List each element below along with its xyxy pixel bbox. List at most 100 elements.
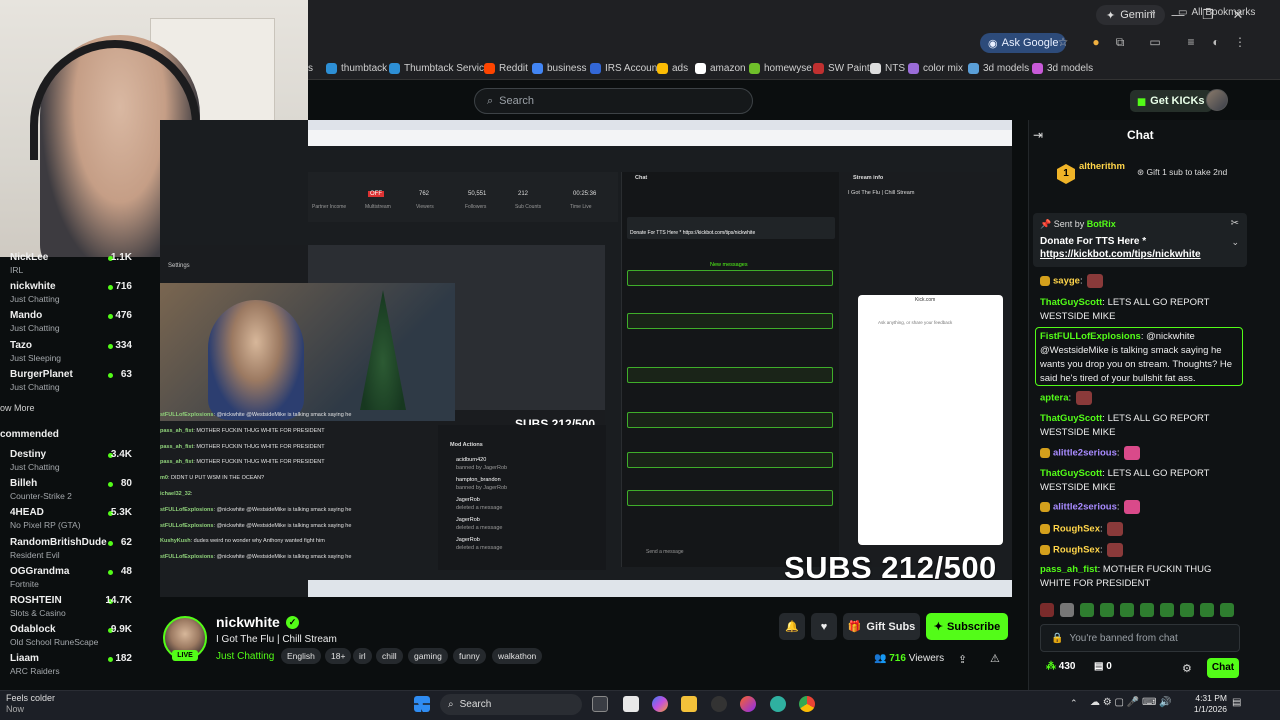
chat-username[interactable]: alittle2serious [1053, 502, 1117, 513]
bookmark-item[interactable]: s [308, 60, 313, 76]
sidebar-channel[interactable]: NickLee IRL 1.1K [0, 250, 142, 278]
sidebar-channel[interactable]: nickwhite Just Chatting 716 [0, 279, 142, 307]
chat-username[interactable]: FistFULLofExplosions [1040, 331, 1141, 342]
bookmark-item[interactable]: business [532, 60, 586, 76]
bookmark-item[interactable]: Thumbtack Services [389, 60, 495, 76]
sidebar-channel[interactable]: Odablock Old School RuneScape 9.9K [0, 622, 142, 650]
report-icon[interactable]: ⚠ [990, 652, 1000, 665]
gift-subs-button[interactable]: 🎁 Gift Subs [843, 613, 920, 640]
taskbar-search[interactable]: ⌕ Search [440, 694, 582, 715]
bookmark-item[interactable]: ads [657, 60, 688, 76]
chat-username[interactable]: ThatGuyScott [1040, 413, 1102, 424]
bookmark-item[interactable]: color mix [908, 60, 963, 76]
sidebar-channel[interactable]: OGGrandma Fortnite 48 [0, 564, 142, 592]
star-icon[interactable]: ☆ [1056, 35, 1070, 49]
all-bookmarks[interactable]: ▭ All Bookmarks [1178, 4, 1255, 20]
notepad-icon[interactable] [623, 696, 639, 712]
emote-icon[interactable] [1080, 603, 1094, 617]
bookmark-item[interactable]: amazon [695, 60, 746, 76]
chest-rewards[interactable]: ▤ 0 [1094, 661, 1112, 672]
chat-username[interactable]: RoughSex [1053, 524, 1100, 535]
bookmark-item[interactable]: thumbtack [326, 60, 387, 76]
stream-tag[interactable]: chill [376, 648, 403, 664]
reading-list-icon[interactable]: ≡ [1184, 35, 1198, 49]
tray-icons[interactable]: ☁ ⚙ ▢ 🎤 ⌨ 🔊 [1090, 697, 1172, 708]
stream-category-link[interactable]: Just Chatting [216, 651, 274, 662]
firefox-icon[interactable] [740, 696, 756, 712]
sidebar-channel[interactable]: Tazo Just Sleeping 334 [0, 338, 142, 366]
emote-icon[interactable] [1140, 603, 1154, 617]
weather-widget[interactable]: Feels colder Now [6, 693, 55, 715]
video-player[interactable]: Settings SUBS 212/500 Mod Actions Chat D… [160, 120, 1012, 597]
emote-icon[interactable] [1120, 603, 1134, 617]
obs-icon[interactable] [711, 696, 727, 712]
chat-send-button[interactable]: Chat [1207, 658, 1239, 678]
chrome-icon[interactable] [799, 696, 815, 712]
stream-tag[interactable]: walkathon [492, 648, 543, 664]
follow-heart-button[interactable]: ♥ [811, 613, 837, 640]
bookmark-item[interactable]: 3d models [968, 60, 1029, 76]
pinned-sender[interactable]: BotRix [1087, 219, 1116, 229]
app-icon[interactable] [770, 696, 786, 712]
emote-icon[interactable] [1060, 603, 1074, 617]
chat-username[interactable]: RoughSex [1053, 545, 1100, 556]
stream-tag[interactable]: English [281, 648, 321, 664]
share-icon[interactable]: ⇪ [958, 653, 967, 666]
stream-tag[interactable]: funny [453, 648, 486, 664]
get-kicks-button[interactable]: ◼ Get KICKs [1130, 90, 1212, 112]
bookmark-item[interactable]: SW Paint [813, 60, 870, 76]
pinned-link[interactable]: https://kickbot.com/tips/nickwhite [1040, 249, 1201, 260]
emote-icon[interactable] [1220, 603, 1234, 617]
chat-username[interactable]: ThatGuyScott [1040, 468, 1102, 479]
bookmark-item[interactable]: IRS Account [590, 60, 660, 76]
extension-orange-icon[interactable]: ● [1089, 35, 1103, 49]
user-avatar[interactable] [1206, 89, 1228, 111]
extensions-puzzle-icon[interactable]: ⧉ [1113, 35, 1127, 49]
kick-points[interactable]: ⁂ 430 [1046, 661, 1075, 672]
copilot-icon[interactable] [652, 696, 668, 712]
stream-tag[interactable]: irl [353, 648, 372, 664]
sidebar-channel[interactable]: 4HEAD No Pixel RP (GTA) 5.3K [0, 505, 142, 533]
sidebar-channel[interactable]: Mando Just Chatting 476 [0, 308, 142, 336]
address-bar[interactable] [308, 30, 1280, 56]
emote-icon[interactable] [1160, 603, 1174, 617]
sidebar-channel[interactable]: ROSHTEIN Slots & Casino 14.7K [0, 593, 142, 621]
chat-username[interactable]: pass_ah_fist [1040, 564, 1098, 575]
task-view-icon[interactable] [592, 696, 608, 712]
chat-username[interactable]: alittle2serious [1053, 448, 1117, 459]
profile-icon[interactable]: ◐ [1209, 35, 1223, 49]
search-input[interactable]: ⌕ Search [474, 88, 753, 114]
emote-icon[interactable] [1180, 603, 1194, 617]
tray-overflow-icon[interactable]: ⌃ [1070, 698, 1078, 709]
collapse-chat-icon[interactable]: ⇥ [1033, 128, 1047, 142]
emote-icon[interactable] [1200, 603, 1214, 617]
sidebar-channel[interactable]: BurgerPlanet Just Chatting 63 [0, 367, 142, 395]
unpin-icon[interactable]: ✂ [1231, 218, 1239, 229]
emote-icon[interactable] [1040, 603, 1054, 617]
ask-google-button[interactable]: ◉ Ask Google [980, 33, 1067, 53]
sidebar-channel[interactable]: RandomBritishDude Resident Evil 62 [0, 535, 142, 563]
chat-username[interactable]: ThatGuyScott [1040, 297, 1102, 308]
stream-tag[interactable]: 18+ [325, 648, 352, 664]
bookmarks-overflow-icon[interactable]: » [1150, 4, 1156, 20]
chat-input[interactable]: 🔒 You're banned from chat [1040, 624, 1240, 652]
bookmark-item[interactable]: 3d models [1032, 60, 1093, 76]
show-more-link[interactable]: ow More [0, 403, 35, 413]
chat-settings-icon[interactable]: ⚙ [1182, 662, 1192, 675]
notification-icon[interactable]: ▤ [1232, 697, 1241, 708]
notification-bell-button[interactable]: 🔔 [779, 613, 805, 640]
sidebar-channel[interactable]: Liaam ARC Raiders 182 [0, 651, 142, 679]
chat-username[interactable]: sayge [1053, 276, 1080, 287]
sidebar-channel[interactable]: Destiny Just Chatting 3.4K [0, 447, 142, 475]
taskbar-clock[interactable]: 4:31 PM 1/1/2026 [1193, 693, 1227, 715]
bookmark-item[interactable]: homewyse [749, 60, 812, 76]
bookmark-item[interactable]: Reddit [484, 60, 528, 76]
stream-tag[interactable]: gaming [408, 648, 448, 664]
emote-icon[interactable] [1100, 603, 1114, 617]
tab-search-icon[interactable]: ▭ [1148, 35, 1162, 49]
chat-username[interactable]: aptera [1040, 393, 1069, 404]
streamer-name[interactable]: nickwhite [216, 614, 280, 630]
bookmark-item[interactable]: NTS [870, 60, 905, 76]
subscribe-button[interactable]: ✦ Subscribe [926, 613, 1008, 640]
sidebar-channel[interactable]: Billeh Counter-Strike 2 80 [0, 476, 142, 504]
